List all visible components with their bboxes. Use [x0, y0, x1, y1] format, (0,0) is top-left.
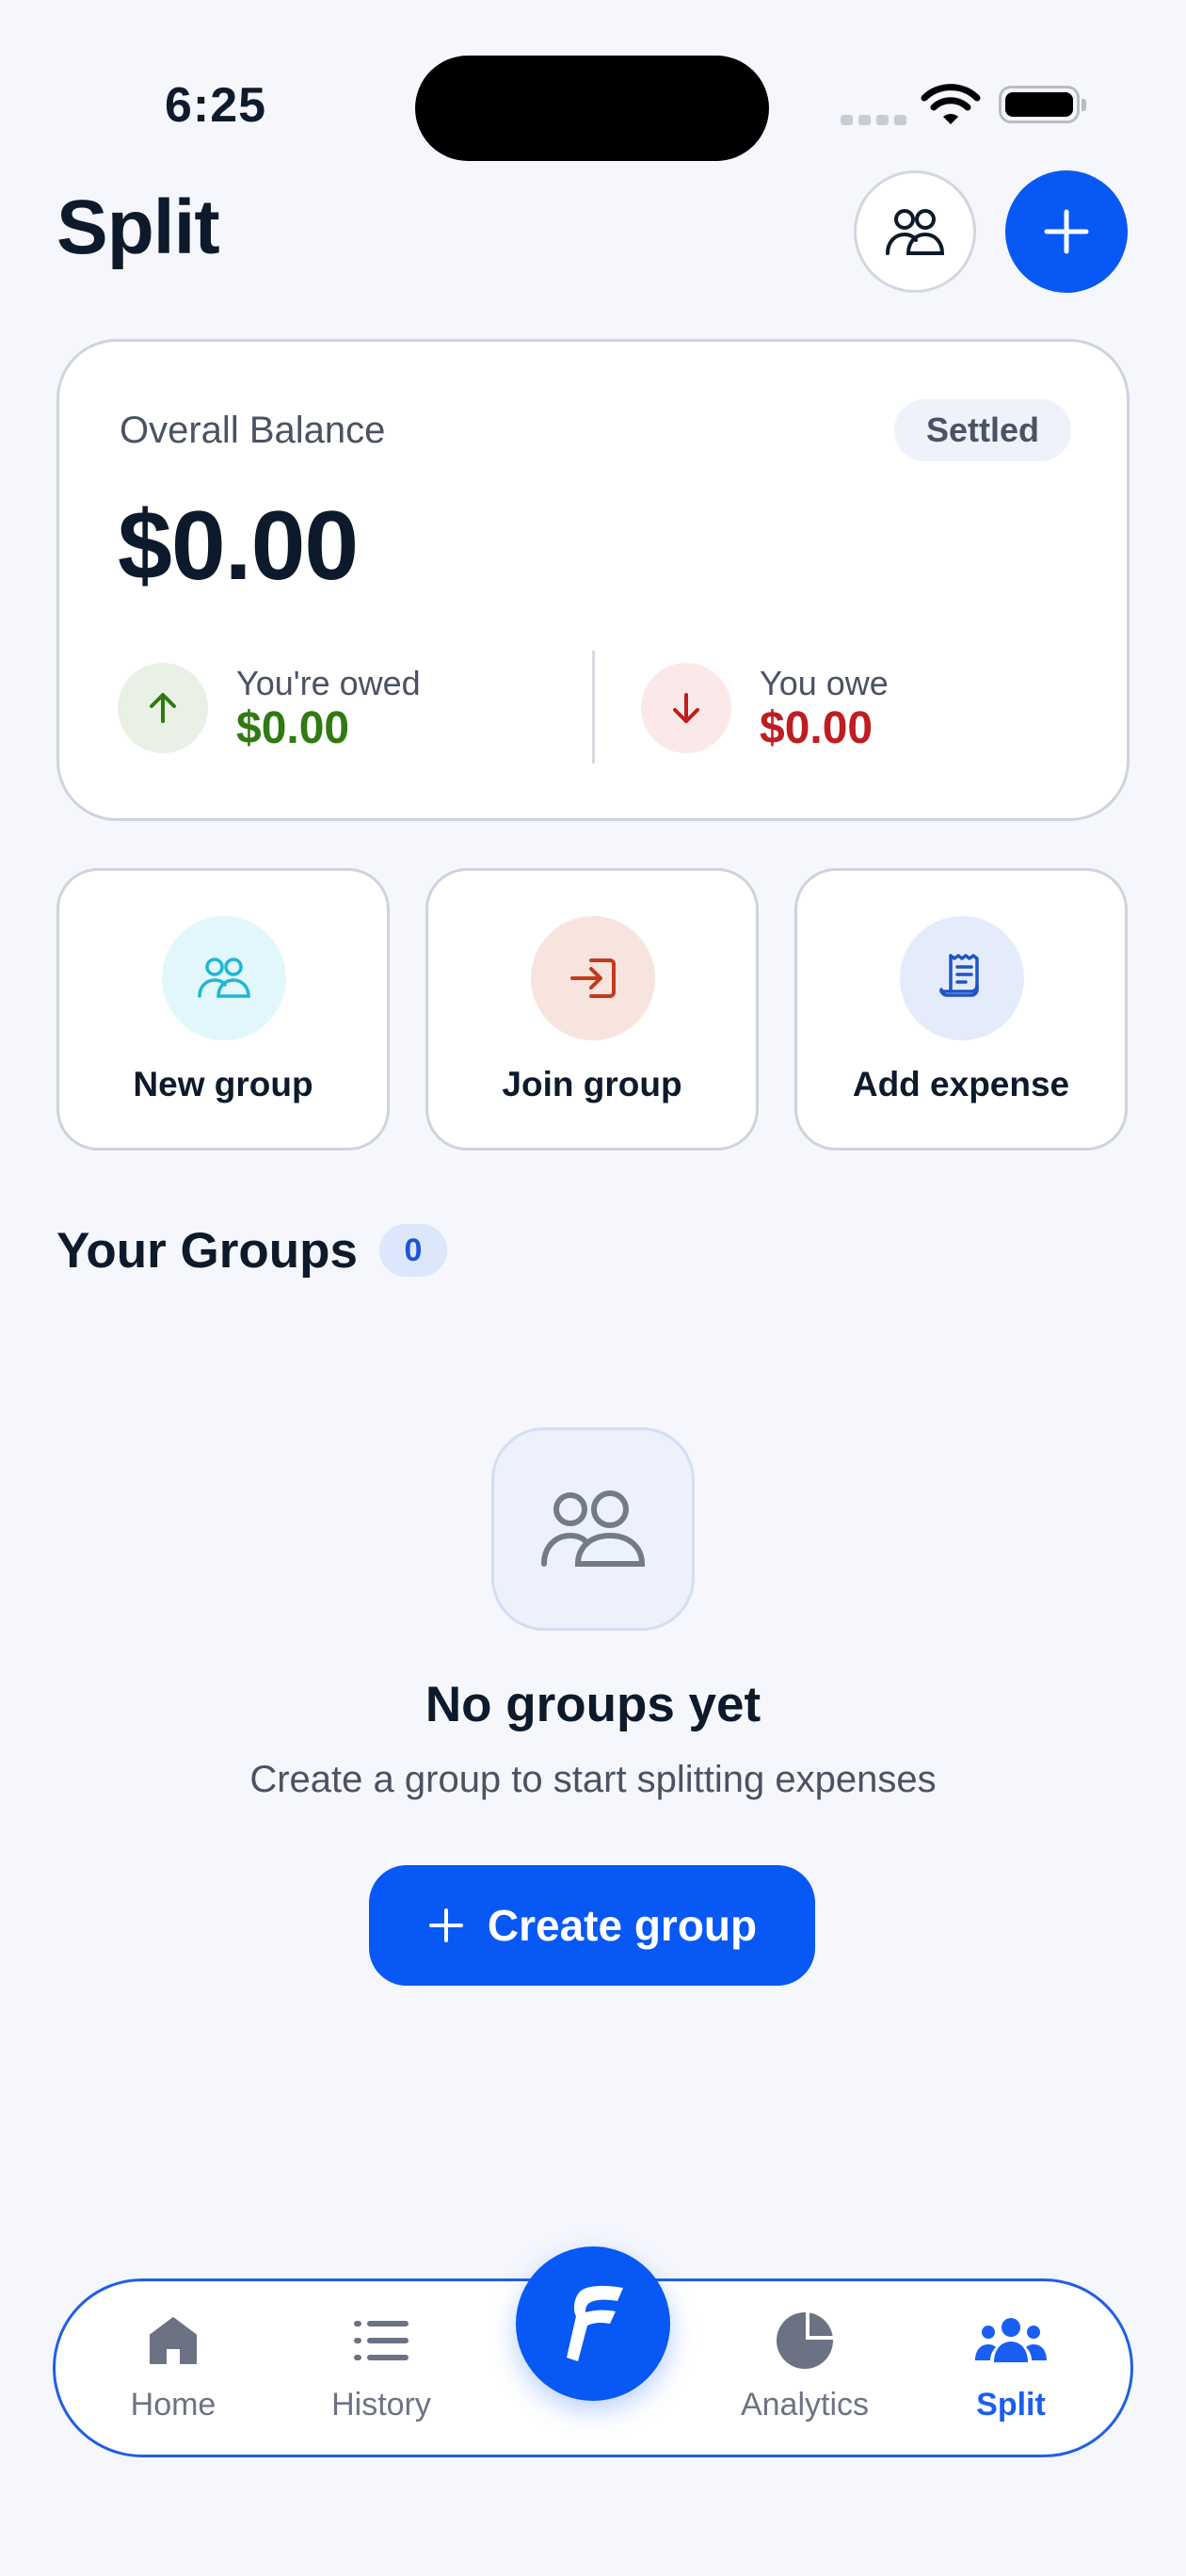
friends-button[interactable]: [854, 170, 976, 293]
dynamic-island: [415, 56, 769, 161]
status-badge: Settled: [894, 399, 1072, 461]
enter-icon: [531, 916, 655, 1040]
balance-label: Overall Balance: [120, 410, 386, 451]
nav-label-analytics: Analytics: [740, 2387, 870, 2423]
create-group-button[interactable]: Create group: [369, 1865, 815, 1986]
app-logo-icon: [567, 2285, 623, 2361]
nav-label-history: History: [331, 2387, 431, 2423]
nav-label-split: Split: [976, 2387, 1046, 2423]
owe-label: You owe: [760, 664, 889, 702]
empty-state-people-icon: [491, 1427, 695, 1631]
plus-icon: [428, 1908, 463, 1942]
owe-value: $0.00: [760, 703, 873, 753]
nav-item-home[interactable]: Home: [88, 2308, 258, 2423]
group-count-badge: 0: [379, 1224, 447, 1277]
empty-state-title: No groups yet: [425, 1677, 761, 1732]
balance-card: Overall Balance Settled $0.00 You're owe…: [56, 339, 1130, 821]
add-button[interactable]: [1005, 170, 1128, 293]
owed-label: You're owed: [236, 664, 421, 702]
owed-value: $0.00: [236, 703, 350, 753]
balance-amount: $0.00: [118, 491, 359, 601]
people-icon: [886, 209, 945, 255]
new-group-button[interactable]: New group: [56, 868, 390, 1151]
join-group-label: Join group: [502, 1065, 682, 1103]
create-group-label: Create group: [487, 1901, 758, 1950]
nav-item-analytics[interactable]: Analytics: [720, 2308, 890, 2423]
nav-item-split[interactable]: Split: [926, 2308, 1096, 2423]
status-time: 6:25: [165, 78, 267, 133]
add-expense-button[interactable]: Add expense: [794, 868, 1128, 1151]
empty-state-subtitle: Create a group to start splitting expens…: [249, 1759, 937, 1800]
join-group-button[interactable]: Join group: [425, 868, 759, 1151]
page-title: Split: [56, 185, 220, 270]
nav-item-history[interactable]: History: [296, 2308, 466, 2423]
battery-icon: [999, 86, 1086, 123]
arrow-down-icon: [641, 663, 731, 753]
group-icon: [975, 2318, 1047, 2362]
section-title: Your Groups: [56, 1223, 358, 1279]
nav-label-home: Home: [130, 2387, 216, 2423]
divider: [592, 651, 595, 764]
wifi-icon: [921, 83, 981, 131]
add-expense-label: Add expense: [852, 1065, 1070, 1103]
new-group-label: New group: [133, 1065, 313, 1103]
users-icon: [162, 916, 286, 1040]
cellular-signal-icon: [841, 115, 906, 125]
receipt-icon: [900, 916, 1024, 1040]
pie-chart-icon: [777, 2311, 834, 2369]
home-icon: [150, 2317, 197, 2364]
center-action-button[interactable]: [516, 2246, 670, 2401]
arrow-up-icon: [118, 663, 208, 753]
list-icon: [354, 2321, 409, 2360]
plus-icon: [1044, 209, 1089, 254]
